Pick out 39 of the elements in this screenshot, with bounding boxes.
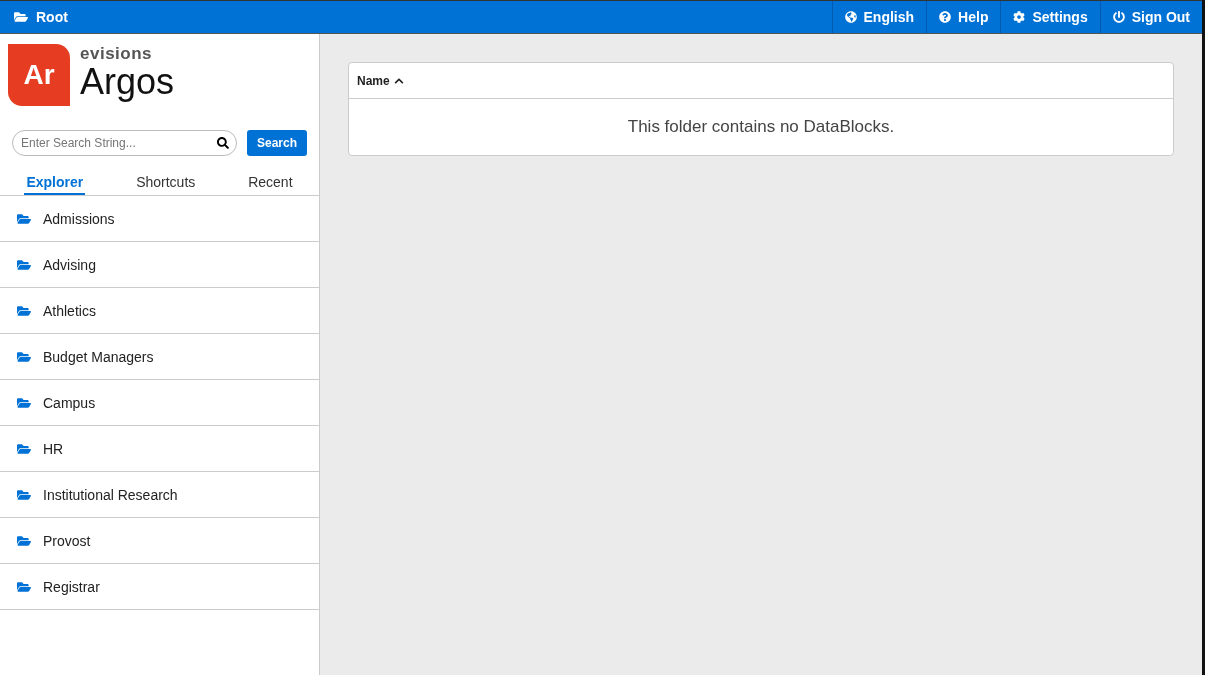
- logo-mark: Ar: [8, 44, 70, 106]
- folder-icon: [17, 211, 31, 226]
- folder-item[interactable]: Budget Managers: [0, 334, 319, 380]
- search-button[interactable]: Search: [246, 130, 307, 156]
- settings-link[interactable]: Settings: [1000, 1, 1100, 33]
- folder-item[interactable]: Institutional Research: [0, 472, 319, 518]
- folder-icon: [17, 303, 31, 318]
- settings-icon: [1013, 11, 1026, 23]
- folder-icon: [17, 395, 31, 410]
- folder-icon: [14, 10, 28, 24]
- folder-icon: [17, 441, 31, 456]
- folder-icon: [17, 533, 31, 548]
- folder-item[interactable]: Admissions: [0, 196, 319, 242]
- help-link[interactable]: Help: [926, 1, 1001, 33]
- sidebar-tab[interactable]: Shortcuts: [134, 174, 198, 195]
- folder-item[interactable]: Provost: [0, 518, 319, 564]
- folder-item[interactable]: Advising: [0, 242, 319, 288]
- signout-link[interactable]: Sign Out: [1099, 1, 1202, 33]
- root-breadcrumb[interactable]: Root: [0, 9, 832, 25]
- folder-icon: [17, 579, 31, 594]
- search-field[interactable]: Enter Search String...: [12, 130, 237, 156]
- folder-item[interactable]: HR: [0, 426, 319, 472]
- language-link[interactable]: English: [831, 1, 927, 33]
- brand-name: evisions: [80, 44, 154, 64]
- empty-message: This folder contains no DataBlocks.: [626, 116, 896, 138]
- folder-item[interactable]: Registrar: [0, 564, 319, 610]
- power-icon: [1112, 11, 1125, 23]
- product-name: Argos: [80, 64, 175, 100]
- name-column-header[interactable]: Name: [349, 63, 1173, 99]
- help-icon: [939, 11, 952, 23]
- globe-icon: [844, 11, 857, 23]
- folder-icon: [17, 349, 31, 364]
- search-icon: [216, 137, 229, 149]
- sidebar-tab[interactable]: Recent: [246, 174, 295, 195]
- folder-item[interactable]: Campus: [0, 380, 319, 426]
- folder-icon: [17, 257, 31, 272]
- folder-icon: [17, 487, 31, 502]
- sidebar-tab[interactable]: Explorer: [24, 174, 86, 195]
- folder-item[interactable]: Athletics: [0, 288, 319, 334]
